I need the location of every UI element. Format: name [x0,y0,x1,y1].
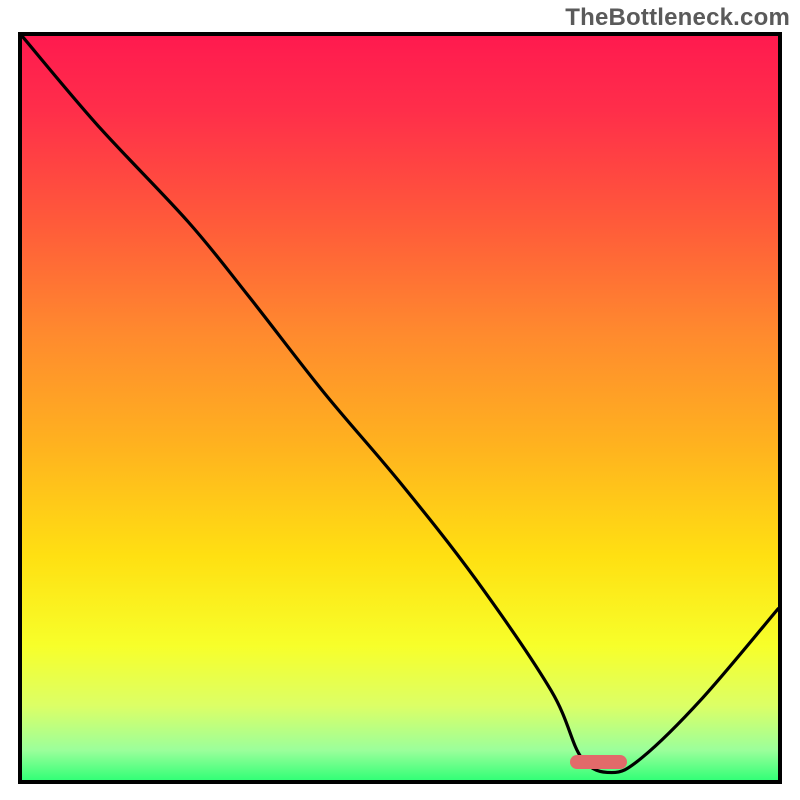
curve-layer [22,36,778,780]
watermark-text: TheBottleneck.com [565,4,790,32]
chart-container: TheBottleneck.com [0,0,800,800]
plot-frame [18,32,782,784]
bottleneck-curve [22,36,778,773]
optimal-range-marker [570,755,627,769]
